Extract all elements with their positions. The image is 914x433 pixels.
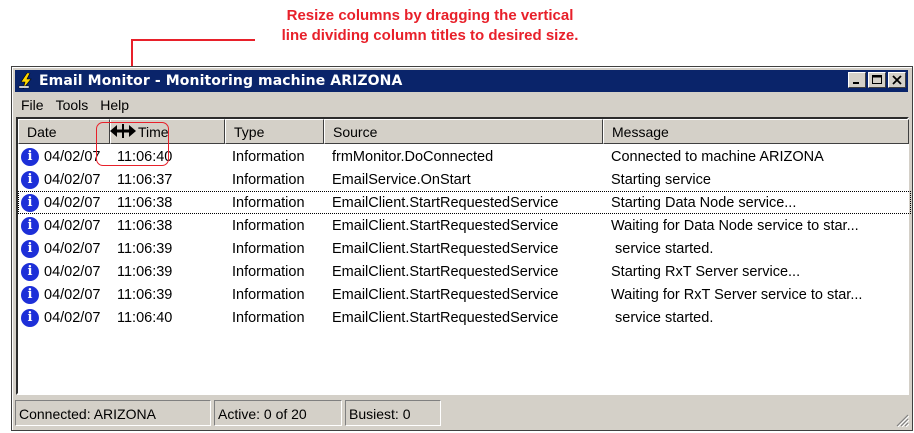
cell-type: Information [232,263,305,280]
email-monitor-window: Email Monitor - Monitoring machine ARIZO… [11,66,913,431]
cell-message: Waiting for RxT Server service to star..… [611,286,863,303]
cell-message: Waiting for Data Node service to star... [611,217,859,234]
callout-leader-horizontal [131,39,255,41]
menu-help[interactable]: Help [94,97,135,113]
cell-message: Starting RxT Server service... [611,263,801,280]
window-controls [848,72,906,88]
callout-line-2: line dividing column titles to desired s… [281,27,579,44]
information-icon: i [21,170,39,189]
cell-source: EmailClient.StartRequestedService [332,194,559,211]
table-row[interactable]: i 04/02/07 11:06:37 Information EmailSer… [18,168,911,191]
cell-type: Information [232,286,305,303]
menu-file[interactable]: File [15,97,50,113]
cell-type: Information [232,194,305,211]
cell-source: EmailService.OnStart [332,171,471,188]
table-row[interactable]: i 04/02/07 11:06:39 Information EmailCli… [18,283,911,306]
information-icon: i [21,285,39,304]
cell-source: EmailClient.StartRequestedService [332,240,559,257]
cell-date: 04/02/07 [44,194,101,211]
cell-date: 04/02/07 [44,286,101,303]
cell-date: 04/02/07 [44,171,101,188]
cell-source: EmailClient.StartRequestedService [332,286,559,303]
information-icon: i [21,193,39,212]
cell-date: 04/02/07 [44,263,101,280]
resize-grip-icon[interactable] [895,413,909,427]
column-header-source[interactable]: Source [324,119,603,144]
status-busiest: Busiest: 0 [345,400,441,426]
information-icon: i [21,147,39,166]
menu-bar: File Tools Help [15,94,135,116]
cell-date: 04/02/07 [44,217,101,234]
column-resize-cursor-icon [110,124,136,138]
cell-source: EmailClient.StartRequestedService [332,263,559,280]
cell-time: 11:06:39 [117,263,173,280]
cell-time: 11:06:38 [117,194,173,211]
menu-tools[interactable]: Tools [50,97,95,113]
information-icon: i [21,262,39,281]
table-row[interactable]: i 04/02/07 11:06:38 Information EmailCli… [18,214,911,237]
status-connected: Connected: ARIZONA [15,400,211,426]
window-title: Email Monitor - Monitoring machine ARIZO… [39,73,403,89]
cell-time: 11:06:38 [117,217,173,234]
close-button[interactable] [888,72,906,88]
cell-message: service started. [611,309,714,326]
maximize-button[interactable] [868,72,886,88]
column-header-message[interactable]: Message [603,119,909,144]
cell-time: 11:06:40 [117,309,173,326]
information-icon: i [21,308,39,327]
cell-date: 04/02/07 [44,309,101,326]
title-bar[interactable]: Email Monitor - Monitoring machine ARIZO… [15,70,908,92]
table-row[interactable]: i 04/02/07 11:06:39 Information EmailCli… [18,237,911,260]
cell-type: Information [232,148,305,165]
minimize-button[interactable] [848,72,866,88]
cell-source: EmailClient.StartRequestedService [332,217,559,234]
cell-type: Information [232,171,305,188]
callout-line-1: Resize columns by dragging the vertical [286,7,574,24]
cell-message: Connected to machine ARIZONA [611,148,824,165]
cell-time: 11:06:39 [117,240,173,257]
minimize-icon [853,82,859,84]
annotation-callout: Resize columns by dragging the vertical … [250,6,610,46]
lightning-tool-icon [17,72,35,90]
table-row[interactable]: i 04/02/07 11:06:39 Information EmailCli… [18,260,911,283]
table-row-focused[interactable]: i 04/02/07 11:06:38 Information EmailCli… [18,191,911,214]
information-icon: i [21,239,39,258]
cell-type: Information [232,217,305,234]
maximize-icon [872,75,882,84]
cell-time: 11:06:39 [117,286,173,303]
cell-type: Information [232,240,305,257]
cell-message: service started. [611,240,714,257]
cell-message: Starting Data Node service... [611,194,797,211]
cell-type: Information [232,309,305,326]
close-icon [892,75,902,85]
cell-time: 11:06:37 [117,171,173,188]
cell-source: EmailClient.StartRequestedService [332,309,559,326]
cell-date: 04/02/07 [44,240,101,257]
event-rows: i 04/02/07 11:06:40 Information frmMonit… [18,145,911,329]
status-bar: Connected: ARIZONA Active: 0 of 20 Busie… [15,400,441,428]
table-row[interactable]: i 04/02/07 11:06:40 Information EmailCli… [18,306,911,329]
column-header-type[interactable]: Type [225,119,324,144]
information-icon: i [21,216,39,235]
cell-source: frmMonitor.DoConnected [332,148,494,165]
cell-message: Starting service [611,171,711,188]
status-active: Active: 0 of 20 [214,400,342,426]
